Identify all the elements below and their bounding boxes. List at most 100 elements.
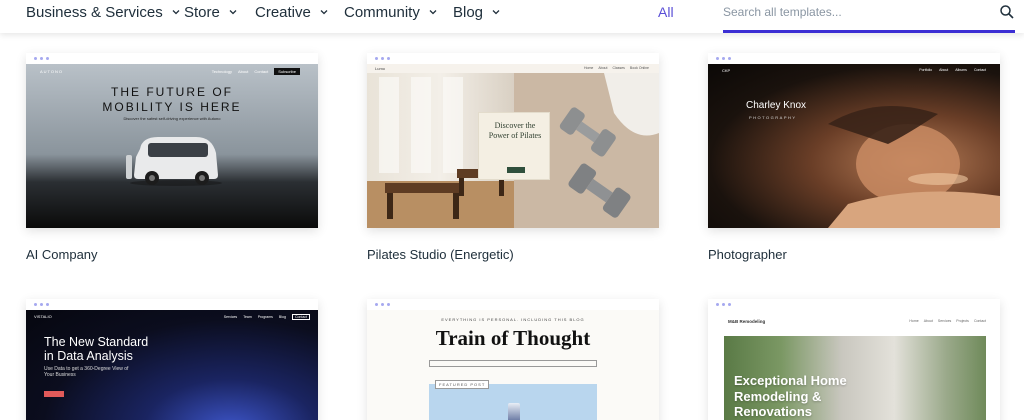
nav-community[interactable]: Community (344, 3, 438, 21)
template-preview: AUTONO Technology About Contact Subscrib… (26, 64, 318, 228)
preview-headline: Discover the Power of Pilates (479, 121, 551, 141)
preview-nav: Home About Services Projects Contact (909, 319, 986, 323)
window-dots (716, 303, 731, 306)
preview-nav-item: Home (583, 66, 594, 70)
nav-business-services[interactable]: Business & Services (26, 3, 181, 21)
card-title[interactable]: Photographer (708, 247, 787, 262)
template-preview: EVERYTHING IS PERSONAL. INCLUDING THIS B… (367, 310, 659, 420)
preview-nav-item: Blog (278, 315, 286, 319)
preview-nav-item: About (237, 69, 249, 74)
preview-headline-line: MOBILITY IS HERE (102, 100, 242, 114)
chevron-down-icon (172, 10, 180, 15)
search-icon[interactable] (999, 4, 1015, 20)
preview-menu-bar (429, 360, 597, 367)
nav-creative[interactable]: Creative (255, 3, 329, 21)
preview-topline: EVERYTHING IS PERSONAL. INCLUDING THIS B… (441, 317, 585, 322)
preview-header: Lumo Home About Classes Book Online (367, 64, 659, 73)
preview-nav-item: Programs (257, 315, 273, 319)
preview-headline-line: Remodeling & (734, 388, 822, 404)
preview-nav: Portfolio About Albums Contact (919, 68, 986, 72)
preview-subtext: Use Data to get a 360-Degree View of You… (44, 366, 129, 378)
preview-nav-item: Contact (973, 68, 986, 72)
template-preview: VISTALIO Services Team Programs Blog Con… (26, 310, 318, 420)
nav-label: Store (184, 3, 220, 21)
product-image (508, 403, 520, 420)
portrait-photo (828, 106, 1000, 228)
preview-headline-line: Renovations (734, 404, 813, 419)
preview-nav-item: Services (937, 319, 952, 323)
preview-tagline: Discover the safest self-driving experie… (123, 116, 221, 121)
preview-headline-line: Exceptional Home (734, 373, 847, 388)
template-card-pilates-studio[interactable]: Lumo Home About Classes Book Online Disc… (367, 53, 659, 228)
autonomous-car-image (126, 137, 222, 186)
preview-button (44, 391, 64, 397)
filter-all[interactable]: All (658, 4, 674, 20)
preview-nav-item: About (923, 319, 933, 323)
preview-headline-line: The New Standard (44, 335, 149, 349)
window-dots (34, 57, 49, 60)
nav-label: Blog (453, 3, 484, 21)
window-dots (34, 303, 49, 306)
preview-logo: CKP (722, 68, 731, 73)
preview-logo: Lumo (375, 66, 386, 71)
preview-headline: The New Standard in Data Analysis (44, 335, 148, 363)
nav-label: Community (344, 3, 420, 21)
top-navigation: Business & Services Store Creative Commu… (0, 0, 1024, 33)
preview-hero-box: Discover the Power of Pilates (478, 112, 550, 180)
preview-nav-item: Services (223, 315, 238, 319)
nav-label: Creative (255, 3, 311, 21)
template-preview: CKP Portfolio About Albums Contact Charl… (708, 64, 1000, 228)
card-title[interactable]: Pilates Studio (Energetic) (367, 247, 514, 262)
preview-nav: Home About Classes Book Online (584, 66, 649, 70)
preview-nav-item: Projects (956, 319, 969, 323)
preview-nav-item: About (598, 66, 608, 70)
preview-headline-line: Power of Pilates (488, 131, 542, 140)
template-card-blog[interactable]: EVERYTHING IS PERSONAL. INCLUDING THIS B… (367, 299, 659, 420)
template-card-photographer[interactable]: CKP Portfolio About Albums Contact Charl… (708, 53, 1000, 228)
preview-cta: Contact (291, 314, 310, 320)
preview-title: Train of Thought (435, 326, 591, 350)
preview-headline-line: in Data Analysis (44, 349, 133, 363)
preview-nav: Services Team Programs Blog Contact (224, 314, 310, 320)
chevron-down-icon (492, 10, 500, 15)
chevron-down-icon (429, 10, 437, 15)
window-dots (375, 303, 390, 306)
preview-role: PHOTOGRAPHY (749, 115, 797, 120)
preview-nav-item: About (939, 68, 949, 72)
window-dots (375, 57, 390, 60)
nav-store[interactable]: Store (184, 3, 238, 21)
template-card-ai-company[interactable]: AUTONO Technology About Contact Subscrib… (26, 53, 318, 228)
preview-nav-item: Classes (612, 66, 625, 70)
template-preview: M&B Remodeling Home About Services Proje… (708, 310, 1000, 420)
nav-blog[interactable]: Blog (453, 3, 501, 21)
preview-logo: M&B Remodeling (728, 319, 766, 324)
preview-cta: Subscribe (274, 68, 300, 75)
preview-nav: Technology About Contact Subscribe (212, 68, 300, 75)
preview-nav-item: Technology (211, 69, 232, 74)
preview-headline: Exceptional Home Remodeling & Renovation… (734, 373, 847, 420)
preview-headline-line: Discover the (494, 121, 536, 130)
preview-nav-item: Contact (973, 319, 986, 323)
preview-headline-line: THE FUTURE OF (111, 85, 233, 99)
preview-nav-item: Contact (254, 69, 269, 74)
preview-nav-item: Home (909, 319, 919, 323)
search-input[interactable] (723, 2, 983, 22)
template-card-remodeling[interactable]: M&B Remodeling Home About Services Proje… (708, 299, 1000, 420)
preview-nav-item: Albums (955, 68, 967, 72)
preview-button (507, 167, 525, 173)
template-card-data-analysis[interactable]: VISTALIO Services Team Programs Blog Con… (26, 299, 318, 420)
preview-name: Charley Knox (746, 100, 807, 111)
nav-label: Business & Services (26, 3, 163, 21)
preview-logo: AUTONO (40, 69, 64, 74)
preview-logo: VISTALIO (34, 314, 52, 319)
chevron-down-icon (320, 10, 328, 15)
preview-nav-item: Team (243, 315, 252, 319)
card-title[interactable]: AI Company (26, 247, 98, 262)
window-dots (716, 57, 731, 60)
preview-featured-label: FEATURED POST (435, 380, 490, 389)
chevron-down-icon (229, 10, 237, 15)
preview-nav-item: Portfolio (919, 68, 933, 72)
template-preview: Lumo Home About Classes Book Online Disc… (367, 64, 659, 228)
search-bar (723, 0, 1015, 33)
preview-nav-item: Book Online (629, 66, 649, 70)
